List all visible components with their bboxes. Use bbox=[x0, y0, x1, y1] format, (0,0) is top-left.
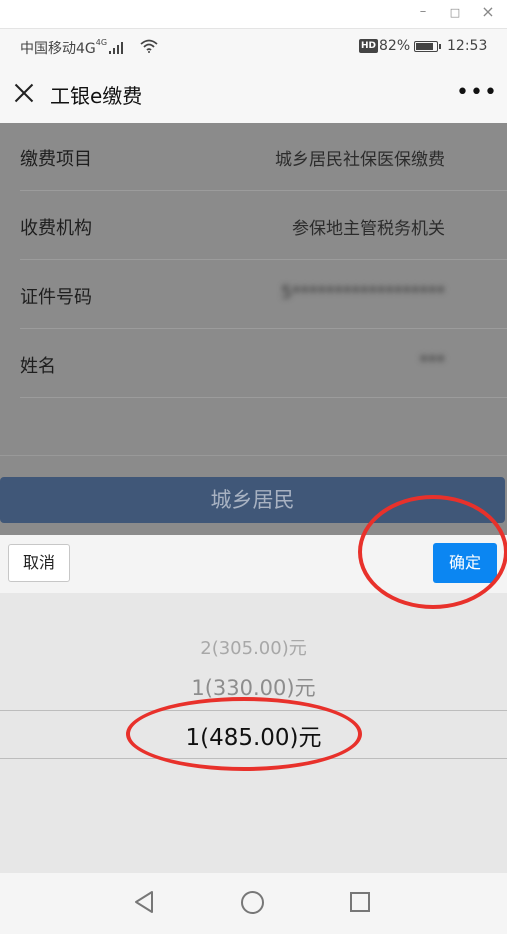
picker-option[interactable]: 2(305.00)元 bbox=[0, 634, 507, 660]
annotation-circle-amount bbox=[126, 697, 362, 771]
nav-bar: 工银e缴费 ••• bbox=[0, 65, 507, 123]
empty-strip bbox=[0, 400, 507, 456]
name-value: *** bbox=[419, 352, 446, 372]
carrier-label: 中国移动4G4G bbox=[20, 38, 125, 58]
battery-percent: 82% bbox=[379, 38, 411, 54]
id-number-value: 5****************** bbox=[281, 283, 445, 303]
cancel-button[interactable]: 取消 bbox=[8, 544, 70, 582]
home-icon[interactable] bbox=[240, 890, 265, 915]
form-overlay: 缴费项目 城乡居民社保医保缴费 收费机构 参保地主管税务机关 证件号码 5***… bbox=[0, 123, 507, 535]
minimize-icon[interactable]: – bbox=[413, 4, 433, 19]
back-icon[interactable] bbox=[133, 890, 155, 914]
clock: 12:53 bbox=[447, 38, 488, 54]
name-label: 姓名 bbox=[20, 356, 56, 377]
emulator-window-bar: – □ × bbox=[0, 0, 507, 28]
payment-item-label: 缴费项目 bbox=[20, 149, 92, 170]
hd-badge: HD bbox=[359, 39, 379, 53]
form-row-payment-item: 缴费项目 城乡居民社保医保缴费 bbox=[0, 123, 507, 191]
network-type-sup: 4G bbox=[95, 38, 108, 47]
page-title: 工银e缴费 bbox=[50, 84, 143, 108]
system-nav-bar bbox=[0, 873, 507, 934]
battery-icon bbox=[414, 41, 441, 52]
row-divider bbox=[20, 190, 507, 191]
row-divider bbox=[0, 455, 507, 456]
annotation-circle-confirm bbox=[358, 495, 507, 609]
payment-item-value: 城乡居民社保医保缴费 bbox=[275, 150, 445, 170]
institution-value: 参保地主管税务机关 bbox=[292, 219, 445, 239]
status-bar: 中国移动4G4G HD 82% 12:53 bbox=[0, 29, 507, 65]
window-close-icon[interactable]: × bbox=[478, 2, 498, 21]
id-number-label: 证件号码 bbox=[20, 287, 92, 308]
carrier-text: 中国移动4G bbox=[20, 41, 96, 57]
institution-label: 收费机构 bbox=[20, 218, 92, 239]
close-icon[interactable] bbox=[14, 83, 34, 103]
wifi-icon bbox=[140, 39, 158, 53]
form-row-institution: 收费机构 参保地主管税务机关 bbox=[0, 192, 507, 260]
maximize-icon[interactable]: □ bbox=[445, 6, 465, 19]
row-divider bbox=[20, 397, 507, 398]
form-row-name: 姓名 *** bbox=[0, 330, 507, 398]
row-divider bbox=[20, 259, 507, 260]
recents-icon[interactable] bbox=[349, 891, 371, 913]
form-row-id-number: 证件号码 5****************** bbox=[0, 261, 507, 329]
more-options-icon[interactable]: ••• bbox=[456, 82, 498, 104]
signal-icon bbox=[109, 42, 125, 54]
row-divider bbox=[20, 328, 507, 329]
